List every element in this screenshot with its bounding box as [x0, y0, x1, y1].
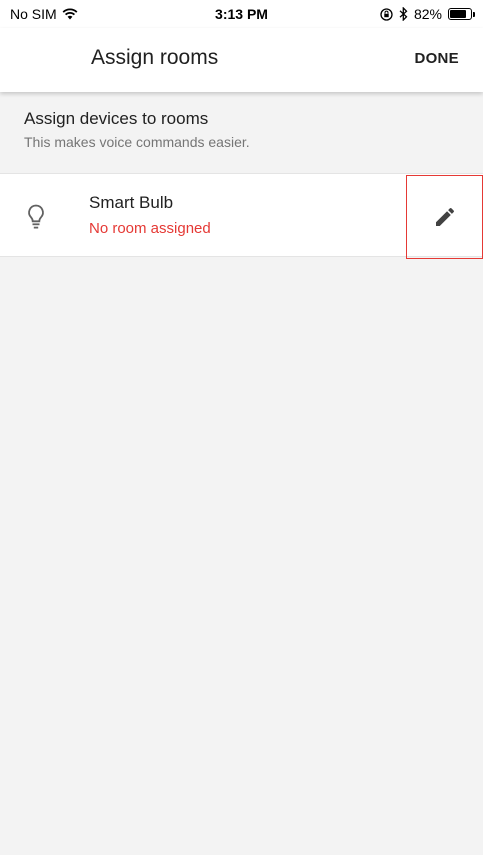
device-name: Smart Bulb	[89, 193, 174, 212]
battery-percent: 82%	[413, 6, 442, 22]
battery-icon	[448, 8, 475, 20]
page-title: Assign rooms	[91, 46, 219, 69]
bluetooth-icon	[399, 7, 408, 21]
done-button[interactable]: DONE	[414, 50, 459, 67]
lightbulb-icon	[28, 204, 44, 229]
section-subtitle: This makes voice commands easier.	[24, 134, 250, 150]
status-bar-left: No SIM	[10, 6, 78, 22]
app-bar: Assign rooms DONE	[0, 28, 483, 92]
section-header: Assign devices to rooms This makes voice…	[0, 92, 483, 172]
edit-pencil-icon	[435, 207, 454, 226]
device-room-status: No room assigned	[89, 220, 211, 237]
wifi-icon	[62, 8, 78, 20]
status-bar-right: 82%	[380, 6, 475, 22]
section-title: Assign devices to rooms	[24, 109, 209, 128]
orientation-lock-icon	[380, 7, 393, 21]
carrier-label: No SIM	[10, 6, 57, 22]
app-screen: No SIM 3:13 PM 82% Assign rooms DONE Ass…	[0, 0, 483, 855]
status-bar: No SIM 3:13 PM 82%	[0, 0, 483, 28]
edit-room-button[interactable]	[406, 175, 483, 259]
battery-fill	[450, 10, 467, 18]
